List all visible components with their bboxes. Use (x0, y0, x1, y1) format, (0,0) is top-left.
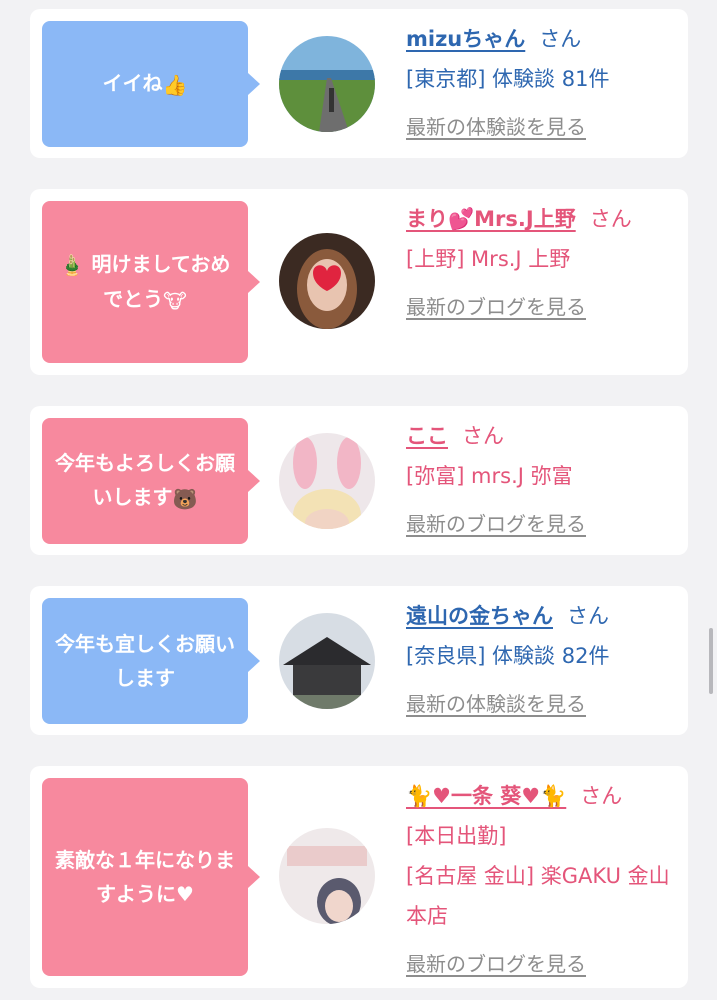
woman-photo-icon (279, 233, 375, 329)
message-bubble: 🎍 明けましておめでとう🐮 (42, 201, 260, 363)
honorific: さん (580, 784, 623, 808)
thumbs-up-icon: 👍 (162, 72, 188, 97)
user-name-link[interactable]: mizuちゃん (406, 27, 525, 51)
avatar[interactable] (279, 233, 375, 329)
bear-icon: 🐻 (172, 486, 198, 511)
entry-info: mizuちゃん さん [東京都] 体験談 81件 最新の体験談を見る (406, 19, 674, 147)
message-card: 素敵な１年になりますように♥ 🐈♥一条 葵♥🐈 さん [本日出勤] [名古屋 金山… (30, 766, 688, 988)
bubble-text: イイね (102, 71, 163, 96)
entry-info: 遠山の金ちゃん さん [奈良県] 体験談 82件 最新の体験談を見る (406, 596, 674, 724)
message-card: 🎍 明けましておめでとう🐮 まり💕Mrs.J上野 さん [上野] Mrs.J 上野… (30, 189, 688, 375)
avatar[interactable] (279, 36, 375, 132)
entry-detail: [名古屋 金山] 楽GAKU 金山本店 (406, 864, 670, 928)
entry-info: 🐈♥一条 葵♥🐈 さん [本日出勤] [名古屋 金山] 楽GAKU 金山本店 最新… (406, 776, 674, 984)
entry-detail: [奈良県] 体験談 82件 (406, 644, 610, 668)
message-card: 今年も宜しくお願いします 遠山の金ちゃん さん [奈良県] 体験談 82件 最新の… (30, 586, 688, 735)
avatar[interactable] (279, 828, 375, 924)
entry-detail: [上野] Mrs.J 上野 (406, 247, 571, 271)
2021-photo-icon (279, 828, 375, 924)
honorific: さん (567, 604, 609, 628)
message-card: イイね👍 mizuちゃん さん [東京都] 体験談 81件 最新の体験談を見る (30, 9, 688, 158)
bubble-text: 今年も宜しくお願いします (55, 632, 235, 690)
entry-detail: [東京都] 体験談 81件 (406, 67, 610, 91)
entry-info: まり💕Mrs.J上野 さん [上野] Mrs.J 上野 最新のブログを見る (406, 199, 674, 327)
latest-post-link[interactable]: 最新のブログを見る (406, 952, 586, 976)
message-bubble: 今年も宜しくお願いします (42, 598, 260, 724)
user-name-link[interactable]: ここ (406, 424, 448, 448)
user-name-link[interactable]: まり💕Mrs.J上野 (406, 207, 576, 231)
honorific: さん (462, 424, 504, 448)
latest-post-link[interactable]: 最新の体験談を見る (406, 115, 586, 139)
latest-post-link[interactable]: 最新の体験談を見る (406, 692, 586, 716)
message-bubble: 今年もよろしくお願いします🐻 (42, 418, 260, 544)
work-status: [本日出勤] (406, 824, 507, 848)
bubble-text: 素敵な１年になりますように♥ (55, 848, 235, 906)
user-name-link[interactable]: 遠山の金ちゃん (406, 604, 553, 628)
honorific: さん (589, 207, 632, 231)
bubble-text: 今年もよろしくお願いします (55, 451, 235, 510)
cow-icon: 🐮 (163, 288, 187, 313)
entry-detail: [弥富] mrs.J 弥富 (406, 464, 573, 488)
latest-post-link[interactable]: 最新のブログを見る (406, 512, 586, 536)
honorific: さん (539, 27, 582, 51)
bunny-ears-photo-icon (279, 433, 375, 529)
message-bubble: イイね👍 (42, 21, 260, 147)
temple-photo-icon (279, 613, 375, 709)
scrollbar[interactable] (709, 628, 713, 694)
user-name-link[interactable]: 🐈♥一条 葵♥🐈 (406, 784, 566, 808)
latest-post-link[interactable]: 最新のブログを見る (406, 295, 586, 319)
avatar[interactable] (279, 613, 375, 709)
entry-info: ここ さん [弥富] mrs.J 弥富 最新のブログを見る (406, 416, 674, 544)
message-bubble: 素敵な１年になりますように♥ (42, 778, 260, 976)
bubble-text: 明けましておめでとう (91, 251, 231, 312)
message-card: 今年もよろしくお願いします🐻 ここ さん [弥富] mrs.J 弥富 最新のブログ… (30, 406, 688, 555)
kadomatsu-icon: 🎍 (59, 253, 85, 277)
avatar[interactable] (279, 433, 375, 529)
road-landscape-icon (279, 36, 375, 132)
